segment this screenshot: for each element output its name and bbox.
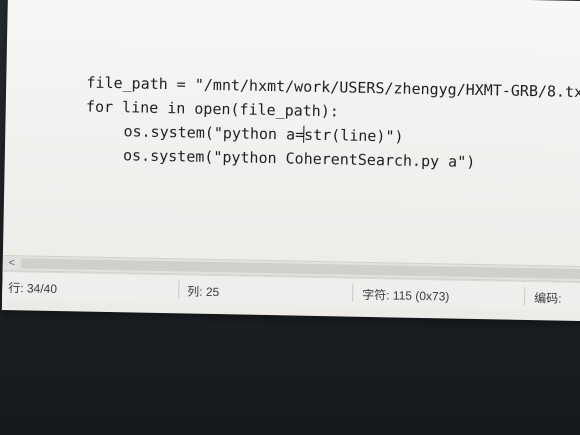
status-character-info: 字符: 115 (0x73): [362, 287, 450, 304]
status-column-position: 列: 25: [187, 284, 220, 300]
status-divider: [352, 283, 354, 302]
status-line-position: 行: 34/40: [8, 281, 58, 296]
status-divider: [524, 286, 526, 305]
code-editor[interactable]: file_path = "/mnt/hxmt/work/USERS/zhengy…: [11, 45, 580, 266]
photo-scene: file_path = "/mnt/hxmt/work/USERS/zhengy…: [0, 0, 580, 435]
text-editor-window: file_path = "/mnt/hxmt/work/USERS/zhengy…: [1, 0, 580, 322]
status-encoding[interactable]: 编码:: [534, 289, 562, 307]
scroll-left-arrow-icon[interactable]: <: [3, 256, 21, 270]
code-text: os.system("python CoherentSearch.py a"): [122, 146, 476, 171]
status-divider: [178, 280, 180, 299]
